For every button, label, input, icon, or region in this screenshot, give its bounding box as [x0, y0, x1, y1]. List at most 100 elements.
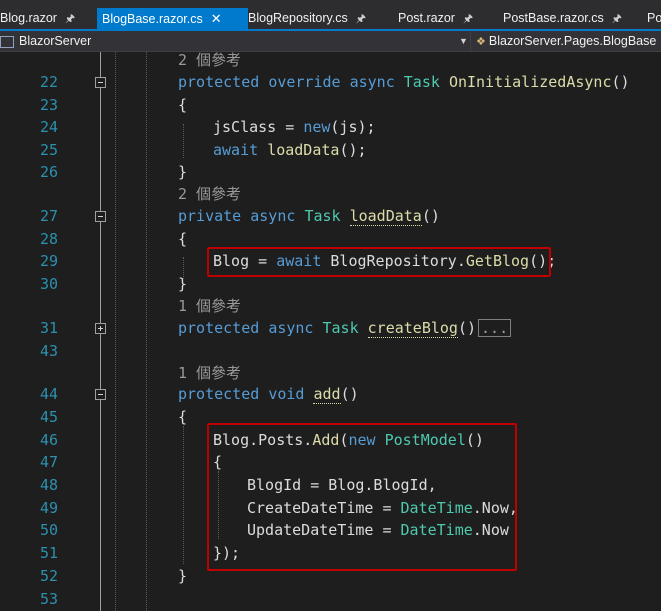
tab-label: Po: [647, 11, 661, 25]
type-name: Task: [403, 73, 440, 91]
code-line: await loadData();: [213, 139, 367, 161]
keyword: override: [268, 73, 341, 91]
indent-guide: [183, 426, 184, 564]
punctuation: ();: [339, 141, 367, 159]
keyword: protected: [178, 385, 260, 403]
project-label: BlazorServer: [19, 34, 92, 48]
keyword: private: [178, 207, 242, 225]
line-number: 29: [39, 252, 58, 270]
line-number: 51: [39, 544, 58, 562]
line-number: 49: [39, 499, 58, 517]
keyword: await: [213, 141, 259, 159]
indent-guide: [183, 124, 184, 158]
line-number: 31: [39, 319, 58, 337]
keyword: async: [349, 73, 395, 91]
line-number: 45: [39, 408, 58, 426]
line-number: 24: [39, 118, 58, 136]
line-number: 28: [39, 230, 58, 248]
keyword: new: [303, 118, 331, 136]
punctuation: (): [611, 73, 630, 91]
tab-blog-razor[interactable]: Blog.razor 🖈: [0, 8, 92, 29]
pin-icon[interactable]: 🖈: [65, 13, 75, 25]
method-name: createBlog: [367, 319, 458, 338]
codelens-references[interactable]: 2 個參考: [178, 183, 241, 205]
line-number: 47: [39, 453, 58, 471]
collapse-toggle-icon[interactable]: [95, 211, 106, 222]
code-text: jsClass =: [213, 118, 304, 136]
line-number: 52: [39, 567, 58, 585]
tab-label: PostBase.razor.cs: [503, 11, 604, 25]
line-number: 53: [39, 590, 58, 608]
tab-overflow[interactable]: Po: [647, 8, 661, 29]
method-name: add: [313, 385, 341, 404]
tab-blogbase-razor-cs[interactable]: BlogBase.razor.cs ✕: [97, 8, 248, 29]
line-number: 25: [39, 141, 58, 159]
collapse-toggle-icon[interactable]: [95, 77, 106, 88]
keyword: async: [250, 207, 296, 225]
type-name: Task: [304, 207, 341, 225]
class-label: BlazorServer.Pages.BlogBase: [488, 34, 657, 48]
punctuation: (): [421, 207, 440, 225]
codelens-references[interactable]: 1 個參考: [178, 362, 241, 384]
code-editor[interactable]: 22 23 24 25 26 27 28 29 30 31 43 44 45 4…: [0, 49, 661, 611]
code-line: {: [178, 230, 188, 248]
code-line: jsClass = new(js);: [213, 116, 376, 138]
tab-label: Post.razor: [398, 11, 455, 25]
line-number: 27: [39, 207, 58, 225]
tab-blogrepository-cs[interactable]: BlogRepository.cs 🖈: [248, 8, 383, 29]
line-number: 48: [39, 476, 58, 494]
collapse-toggle-icon[interactable]: [95, 389, 106, 400]
punctuation: (): [340, 385, 359, 403]
pin-icon[interactable]: 🖈: [356, 13, 366, 25]
project-icon: [0, 35, 14, 48]
codelens-references[interactable]: 1 個參考: [178, 295, 241, 317]
class-dropdown[interactable]: ❖ BlazorServer.Pages.BlogBase: [476, 31, 661, 51]
navigation-bar: BlazorServer ▼ ❖ BlazorServer.Pages.BlogB…: [0, 31, 661, 52]
line-number: 30: [39, 275, 58, 293]
project-dropdown[interactable]: BlazorServer: [0, 31, 470, 51]
code-line: }: [178, 567, 188, 585]
codelens-references[interactable]: 2 個參考: [178, 49, 241, 71]
keyword: protected: [178, 319, 260, 337]
method-name: loadData: [349, 207, 422, 226]
code-line: {: [178, 408, 188, 426]
pin-icon[interactable]: 🖈: [612, 13, 622, 25]
class-icon: ❖: [476, 36, 486, 48]
code-line: }: [178, 275, 188, 293]
tab-label: BlogRepository.cs: [248, 11, 348, 25]
keyword: protected: [178, 73, 260, 91]
keyword: void: [268, 385, 305, 403]
chevron-down-icon[interactable]: ▼: [459, 31, 468, 51]
document-tab-bar: Blog.razor 🖈 BlogBase.razor.cs ✕ BlogRepos…: [0, 0, 661, 31]
tab-label: Blog.razor: [0, 11, 57, 25]
code-line: protected async Task createBlog()...: [178, 317, 512, 339]
code-line: {: [178, 96, 188, 114]
line-number: 44: [39, 385, 58, 403]
indent-guide: [115, 52, 116, 611]
punctuation: (): [457, 319, 477, 337]
indent-guide: [146, 52, 147, 611]
tab-postbase-razor-cs[interactable]: PostBase.razor.cs 🖈: [503, 8, 635, 29]
close-icon[interactable]: ✕: [211, 11, 222, 26]
code-line: private async Task loadData(): [178, 205, 440, 227]
line-number: 26: [39, 163, 58, 181]
tab-label: BlogBase.razor.cs: [102, 12, 203, 26]
divider: [470, 31, 471, 51]
method-name: loadData: [267, 141, 340, 159]
line-number: 22: [39, 73, 58, 91]
code-line: }: [178, 163, 188, 181]
code-line: protected override async Task OnInitiali…: [178, 71, 630, 93]
highlight-box: [207, 247, 551, 277]
collapsed-region[interactable]: ...: [478, 319, 512, 337]
expand-toggle-icon[interactable]: [95, 323, 106, 334]
keyword: async: [268, 319, 314, 337]
pin-icon[interactable]: 🖈: [463, 13, 473, 25]
type-name: Task: [322, 319, 359, 337]
code-text: (js);: [330, 118, 376, 136]
tab-post-razor[interactable]: Post.razor 🖈: [398, 8, 493, 29]
line-number: 50: [39, 521, 58, 539]
line-number: 46: [39, 431, 58, 449]
method-name: OnInitializedAsync: [448, 73, 612, 91]
line-number: 23: [39, 96, 58, 114]
code-line: protected void add(): [178, 383, 359, 405]
